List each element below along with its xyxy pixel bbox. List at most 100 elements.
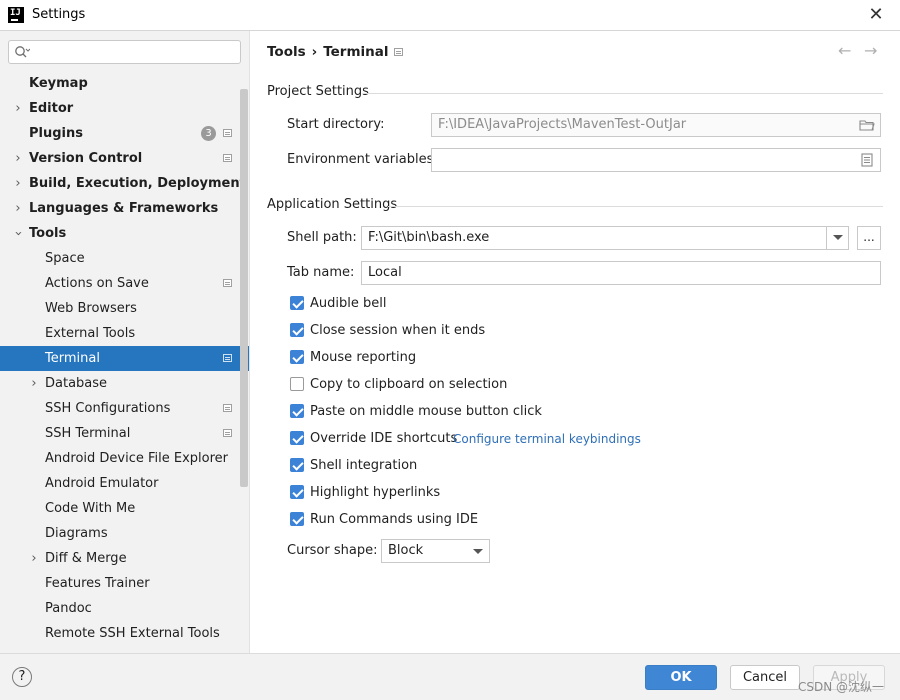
chevron-right-icon[interactable]: ›	[12, 196, 24, 221]
shell-path-dropdown-icon[interactable]	[826, 226, 848, 250]
checkbox-label: Override IDE shortcuts	[310, 431, 458, 446]
shell-path-combo[interactable]: F:\Git\bin\bash.exe	[361, 226, 849, 250]
document-icon[interactable]	[861, 153, 873, 167]
sidebar-item-build-execution-deployment[interactable]: › Build, Execution, Deployment	[0, 171, 249, 196]
breadcrumb-parent[interactable]: Tools	[267, 44, 306, 60]
sidebar-scrollbar[interactable]	[240, 89, 248, 487]
project-settings-title: Project Settings	[267, 84, 369, 99]
cursor-shape-select[interactable]: Block	[381, 539, 490, 563]
application-settings-title: Application Settings	[267, 197, 398, 212]
sidebar-item-plugins[interactable]: Plugins 3	[0, 121, 249, 146]
sidebar-item-tools[interactable]: › Tools	[0, 221, 249, 246]
chevron-right-icon[interactable]: ›	[28, 371, 40, 396]
section-divider	[363, 93, 883, 94]
breadcrumb-current: Terminal	[323, 44, 389, 60]
project-scope-icon	[223, 129, 232, 137]
checkbox-checked-icon[interactable]	[290, 458, 304, 472]
section-divider	[388, 206, 883, 207]
cancel-button[interactable]: Cancel	[730, 665, 800, 690]
environment-variables-field[interactable]	[431, 148, 881, 172]
project-scope-icon	[223, 354, 232, 362]
checkbox-label: Audible bell	[310, 296, 387, 311]
sidebar-item-pandoc[interactable]: Pandoc	[0, 596, 249, 621]
checkbox-checked-icon[interactable]	[290, 350, 304, 364]
sidebar-item-label: SSH Terminal	[45, 426, 131, 441]
folder-icon[interactable]	[859, 119, 875, 131]
checkbox-checked-icon[interactable]	[290, 404, 304, 418]
tab-name-field[interactable]: Local	[361, 261, 881, 285]
configure-keybindings-link[interactable]: Configure terminal keybindings	[453, 432, 641, 446]
sidebar-item-label: Editor	[29, 101, 74, 116]
sidebar-item-label: Keymap	[29, 76, 88, 91]
sidebar-item-label: Android Device File Explorer	[45, 451, 228, 466]
sidebar-item-label: Tools	[29, 226, 67, 241]
chevron-right-icon[interactable]: ›	[12, 171, 24, 196]
search-input[interactable]	[8, 40, 241, 64]
settings-sidebar: Keymap › Editor Plugins 3 › Version Cont…	[0, 31, 250, 653]
browse-shell-button[interactable]: ...	[857, 226, 881, 250]
project-scope-icon	[223, 404, 232, 412]
sidebar-item-database[interactable]: › Database	[0, 371, 249, 396]
start-directory-label: Start directory:	[287, 117, 385, 132]
cursor-shape-value: Block	[388, 543, 424, 558]
shell-path-value: F:\Git\bin\bash.exe	[368, 230, 490, 245]
chevron-right-icon[interactable]: ›	[12, 146, 24, 171]
sidebar-item-code-with-me[interactable]: Code With Me	[0, 496, 249, 521]
sidebar-item-ssh-terminal[interactable]: SSH Terminal	[0, 421, 249, 446]
back-arrow-icon[interactable]: ←	[838, 41, 851, 60]
forward-arrow-icon[interactable]: →	[864, 41, 877, 60]
breadcrumb-separator: ›	[311, 44, 318, 60]
start-directory-value: F:\IDEA\JavaProjects\MavenTest-OutJar	[438, 117, 687, 132]
project-scope-icon	[223, 154, 232, 162]
project-scope-icon	[394, 48, 403, 56]
chevron-right-icon[interactable]: ›	[28, 546, 40, 571]
title-bar: IJ Settings ✕	[0, 0, 900, 31]
sidebar-item-diagrams[interactable]: Diagrams	[0, 521, 249, 546]
chevron-right-icon[interactable]: ›	[12, 96, 24, 121]
start-directory-field[interactable]: F:\IDEA\JavaProjects\MavenTest-OutJar	[431, 113, 881, 137]
sidebar-item-label: Database	[45, 376, 108, 391]
sidebar-item-actions-on-save[interactable]: Actions on Save	[0, 271, 249, 296]
checkbox-checked-icon[interactable]	[290, 512, 304, 526]
sidebar-item-label: Diff & Merge	[45, 551, 127, 566]
checkbox-checked-icon[interactable]	[290, 485, 304, 499]
sidebar-item-keymap[interactable]: Keymap	[0, 71, 249, 96]
sidebar-item-version-control[interactable]: › Version Control	[0, 146, 249, 171]
ok-button[interactable]: OK	[645, 665, 717, 690]
sidebar-item-features-trainer[interactable]: Features Trainer	[0, 571, 249, 596]
checkbox-unchecked-icon[interactable]	[290, 377, 304, 391]
sidebar-item-editor[interactable]: › Editor	[0, 96, 249, 121]
sidebar-item-label: Android Emulator	[45, 476, 159, 491]
sidebar-item-diff-merge[interactable]: › Diff & Merge	[0, 546, 249, 571]
sidebar-item-label: Space	[45, 251, 85, 266]
sidebar-item-terminal[interactable]: Terminal	[0, 346, 249, 371]
checkbox-label: Shell integration	[310, 458, 418, 473]
sidebar-item-android-device-file-explorer[interactable]: Android Device File Explorer	[0, 446, 249, 471]
intellij-logo-icon: IJ	[8, 7, 24, 23]
checkbox-checked-icon[interactable]	[290, 323, 304, 337]
sidebar-item-label: Pandoc	[45, 601, 92, 616]
close-icon[interactable]: ✕	[866, 4, 886, 26]
chevron-down-icon[interactable]: ›	[6, 228, 31, 240]
sidebar-item-label: Terminal	[45, 351, 100, 366]
checkbox-label: Highlight hyperlinks	[310, 485, 441, 500]
sidebar-item-ssh-configurations[interactable]: SSH Configurations	[0, 396, 249, 421]
search-icon	[15, 46, 30, 58]
sidebar-item-remote-ssh-external-tools[interactable]: Remote SSH External Tools	[0, 621, 249, 646]
plugins-update-badge: 3	[201, 126, 216, 141]
help-icon[interactable]: ?	[12, 667, 32, 687]
sidebar-item-label: Version Control	[29, 151, 143, 166]
sidebar-item-label: Web Browsers	[45, 301, 137, 316]
checkbox-checked-icon[interactable]	[290, 296, 304, 310]
sidebar-item-space[interactable]: Space	[0, 246, 249, 271]
sidebar-item-android-emulator[interactable]: Android Emulator	[0, 471, 249, 496]
sidebar-item-web-browsers[interactable]: Web Browsers	[0, 296, 249, 321]
sidebar-item-external-tools[interactable]: External Tools	[0, 321, 249, 346]
sidebar-item-label: Plugins	[29, 126, 83, 141]
sidebar-item-label: SSH Configurations	[45, 401, 171, 416]
breadcrumb: Tools › Terminal	[267, 44, 389, 60]
watermark: CSDN @沈纵一	[798, 680, 885, 694]
sidebar-item-languages-frameworks[interactable]: › Languages & Frameworks	[0, 196, 249, 221]
sidebar-item-label: Remote SSH External Tools	[45, 626, 220, 641]
checkbox-checked-icon[interactable]	[290, 431, 304, 445]
